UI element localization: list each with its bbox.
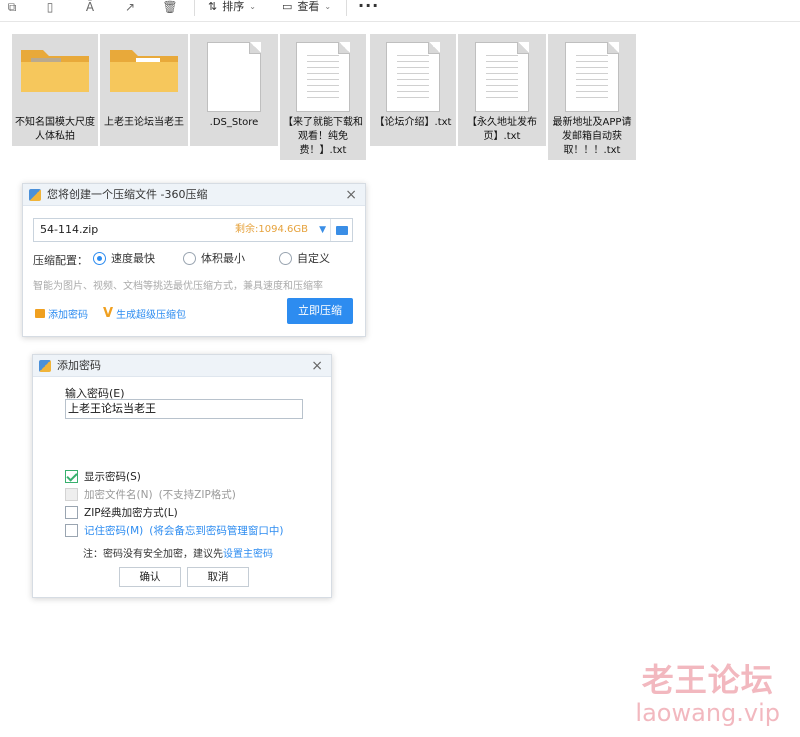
view-icon: ▭ <box>282 0 293 13</box>
file-item-blank[interactable]: .DS_Store <box>190 34 278 146</box>
file-item-folder[interactable]: 上老王论坛当老王 <box>100 34 188 146</box>
compress-hint: 智能为图片、视频、文档等挑选最优压缩方式，兼具速度和压缩率 <box>33 281 323 292</box>
file-name: 【来了就能下载和观看！纯免费！】.txt <box>283 117 363 156</box>
dropdown-arrow-icon[interactable]: ▼ <box>319 219 326 241</box>
checkbox-disabled-icon <box>65 488 78 501</box>
share-icon[interactable]: ↗ <box>120 0 140 14</box>
view-button[interactable]: ▭ 查看 ⌄ <box>282 0 331 14</box>
text-file-icon <box>296 42 350 112</box>
checkbox-icon <box>65 524 78 537</box>
browse-folder-button[interactable] <box>330 219 352 241</box>
set-master-password-link[interactable]: 设置主密码 <box>223 549 273 560</box>
show-password-checkbox[interactable]: 显示密码(S) <box>65 469 141 484</box>
toolbar-divider <box>194 0 195 16</box>
encrypt-filenames-checkbox: 加密文件名(N) (不支持ZIP格式) <box>65 487 236 502</box>
free-space-label: 剩余:1094.6GB <box>235 224 308 235</box>
file-item-text[interactable]: 最新地址及APP请发邮箱自动获取！！！.txt <box>548 34 636 160</box>
archive-path-value: 54-114.zip <box>40 223 99 236</box>
paste-icon[interactable]: ▯ <box>40 0 60 14</box>
add-password-link[interactable]: 添加密码 <box>35 306 88 321</box>
app-logo-icon <box>29 189 41 201</box>
folder-icon <box>336 226 348 235</box>
copy-icon[interactable]: ⧉ <box>2 0 22 14</box>
file-name: .DS_Store <box>209 117 259 128</box>
sort-icon: ⇅ <box>208 0 218 13</box>
watermark-title: 老王论坛 <box>641 661 774 699</box>
delete-icon[interactable]: 🗑 <box>160 0 180 14</box>
folder-icon <box>21 50 89 92</box>
security-note: 注：密码没有安全加密，建议先设置主密码 <box>83 549 273 560</box>
password-dialog: 添加密码 × 输入密码(E) 上老王论坛当老王 显示密码(S) 加密文件名(N)… <box>32 354 332 598</box>
dialog-title: 您将创建一个压缩文件 -360压缩 <box>47 188 208 201</box>
config-label: 压缩配置： <box>33 254 88 267</box>
file-item-text[interactable]: 【论坛介绍】.txt <box>370 34 456 146</box>
compress-now-button[interactable]: 立即压缩 <box>287 298 353 324</box>
zip-classic-checkbox[interactable]: ZIP经典加密方式(L) <box>65 505 178 520</box>
close-icon[interactable]: × <box>311 355 323 377</box>
file-name: 【永久地址发布页】.txt <box>467 117 537 142</box>
chevron-down-icon: ⌄ <box>249 2 256 11</box>
text-file-icon <box>565 42 619 112</box>
radio-fastest[interactable]: 速度最快 <box>93 250 155 266</box>
dialog-title: 添加密码 <box>57 359 101 372</box>
watermark-url: laowang.vip <box>635 699 780 727</box>
checkbox-checked-icon <box>65 470 78 483</box>
radio-selected-icon <box>93 251 106 265</box>
file-item-text[interactable]: 【永久地址发布页】.txt <box>458 34 546 146</box>
rename-icon[interactable]: Ā <box>80 0 100 14</box>
text-file-icon <box>386 42 440 112</box>
text-file-icon <box>475 42 529 112</box>
file-name: 【论坛介绍】.txt <box>374 117 452 128</box>
file-name: 最新地址及APP请发邮箱自动获取！！！.txt <box>552 117 632 156</box>
chevron-down-icon: ⌄ <box>324 2 332 11</box>
remember-password-checkbox[interactable]: 记住密码(M) (将会备忘到密码管理窗口中) <box>65 523 283 538</box>
file-name: 上老王论坛当老王 <box>104 117 184 128</box>
cancel-button[interactable]: 取消 <box>187 567 249 587</box>
app-logo-icon <box>39 360 51 372</box>
explorer-toolbar: ⧉ ▯ Ā ↗ 🗑 ⇅ 排序 ⌄ ▭ 查看 ⌄ ··· <box>0 0 800 22</box>
radio-icon <box>183 251 196 265</box>
compress-dialog: 您将创建一个压缩文件 -360压缩 × 54-114.zip 剩余:1094.6… <box>22 183 366 337</box>
file-item-folder[interactable]: 不知名国模大尺度人体私拍 <box>12 34 98 146</box>
close-icon[interactable]: × <box>345 184 357 206</box>
lock-icon <box>35 309 45 318</box>
blank-file-icon <box>207 42 261 112</box>
super-pack-link[interactable]: V 生成超级压缩包 <box>103 306 186 321</box>
folder-icon <box>110 50 178 92</box>
radio-smallest[interactable]: 体积最小 <box>183 250 245 266</box>
confirm-button[interactable]: 确认 <box>119 567 181 587</box>
site-watermark: 老王论坛 laowang.vip <box>635 661 780 727</box>
dialog-title-bar[interactable]: 您将创建一个压缩文件 -360压缩 × <box>23 184 365 206</box>
v-badge-icon: V <box>103 306 114 321</box>
radio-custom[interactable]: 自定义 <box>279 250 330 266</box>
password-input[interactable]: 上老王论坛当老王 <box>65 399 303 419</box>
radio-icon <box>279 251 292 265</box>
sort-button[interactable]: ⇅ 排序 ⌄ <box>208 0 256 14</box>
dialog-title-bar[interactable]: 添加密码 × <box>33 355 331 377</box>
more-options-button[interactable]: ··· <box>358 0 379 15</box>
toolbar-divider <box>346 0 347 16</box>
file-item-text[interactable]: 【来了就能下载和观看！纯免费！】.txt <box>280 34 366 160</box>
file-name: 不知名国模大尺度人体私拍 <box>15 117 95 142</box>
checkbox-icon <box>65 506 78 519</box>
archive-path-input[interactable]: 54-114.zip 剩余:1094.6GB ▼ <box>33 218 353 242</box>
